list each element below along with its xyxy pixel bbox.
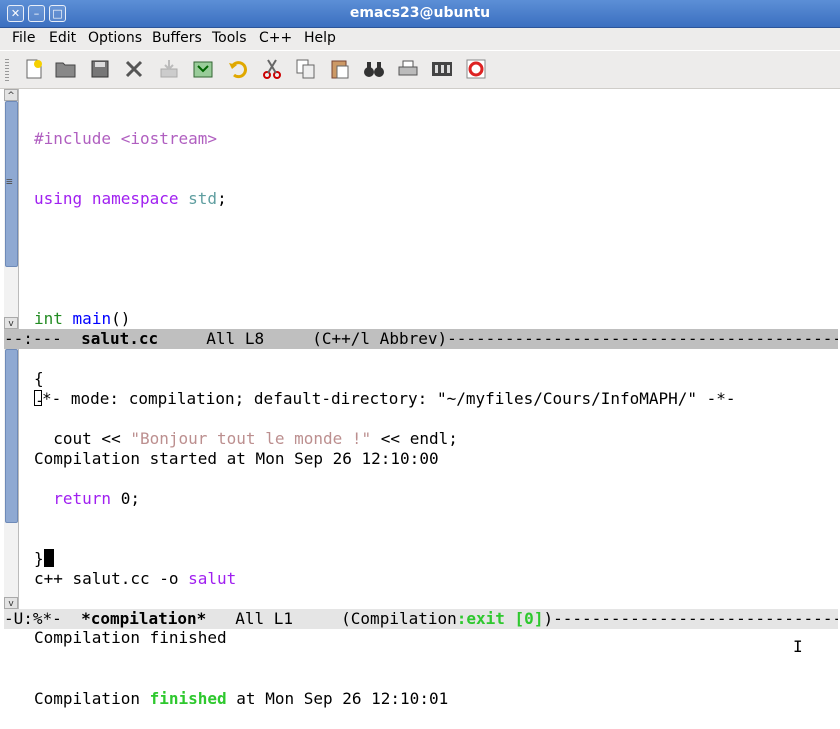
code-int: int [34,309,63,328]
code-main: main [72,309,112,328]
compilation-header: *- mode: compilation; default-directory:… [42,389,736,408]
modeline-position: All L8 [158,329,313,348]
source-scrollbar[interactable]: ^ v [4,89,19,329]
compilation-scroll-thumb[interactable] [5,349,18,523]
modeline-fill: --------------------------------------- [553,609,838,628]
mouse-ibeam-icon: I [793,637,803,656]
save-disk-icon[interactable] [88,57,112,81]
modeline-exit-status: :exit [0] [456,609,544,628]
cut-scissors-icon[interactable] [260,57,284,81]
toolbar [0,51,840,89]
title-bar: ✕ – □ emacs23@ubuntu [0,0,840,28]
compilation-cursor: - [34,390,45,410]
compilation-finished-time: at Mon Sep 26 12:10:01 [226,689,449,708]
menu-cpp[interactable]: C++ [259,30,292,46]
open-folder-icon[interactable] [54,57,78,81]
search-binoculars-icon[interactable] [362,57,386,81]
compilation-command: c++ salut.cc -o [34,569,189,588]
compilation-scroll-down-arrow-icon[interactable]: v [4,597,18,609]
compilation-finished-prefix: Compilation [34,689,150,708]
save-as-icon[interactable] [191,57,215,81]
code-parens: () [111,309,131,328]
menu-buffers[interactable]: Buffers [152,30,202,46]
window-title: emacs23@ubuntu [349,5,491,21]
copy-icon[interactable] [294,57,318,81]
mode-line-compilation[interactable]: -U:%*- *compilation* All L1 (Compilation… [4,609,838,629]
modeline-fill: ----------------------------------------… [447,329,838,348]
mode-line-source[interactable]: --:--- salut.cc All L8 (C++/l Abbrev)---… [4,329,838,349]
compilation-output-name: salut [188,569,237,588]
paste-icon[interactable] [328,57,352,81]
scroll-up-arrow-icon[interactable]: ^ [4,89,18,101]
menu-options[interactable]: Options [88,30,142,46]
menu-tools[interactable]: Tools [212,30,247,46]
close-x-icon[interactable] [122,57,146,81]
undo-icon[interactable] [226,57,250,81]
menu-edit[interactable]: Edit [49,30,76,46]
compilation-scrollbar[interactable]: v [4,349,19,609]
modeline-mode-open[interactable]: (Compilation [341,609,457,628]
new-file-icon[interactable] [22,57,46,81]
menu-file[interactable]: File [12,30,35,46]
insert-icon[interactable] [157,57,181,81]
compilation-buffer[interactable]: -*- mode: compilation; default-directory… [34,349,836,729]
code-namespace: namespace [91,189,179,208]
code-std: std [188,189,218,208]
modeline-position: All L1 [206,609,342,628]
menu-bar: File Edit Options Buffers Tools C++ Help [0,28,840,50]
preferences-icon[interactable] [430,57,454,81]
modeline-major-mode[interactable]: (C++/l Abbrev) [312,329,447,348]
print-icon[interactable] [396,57,420,81]
modeline-status: -U:%*- [4,609,82,628]
compilation-started: Compilation started at Mon Sep 26 12:10:… [34,449,439,468]
fringe-indicator-icon: ≡ [6,175,13,188]
modeline-buffer-name[interactable]: *compilation* [81,609,206,628]
toolbar-grip[interactable] [5,59,9,81]
modeline-mode-close: ) [543,609,554,628]
modeline-status: --:--- [4,329,82,348]
code-semicolon: ; [217,189,227,208]
menu-help[interactable]: Help [304,30,336,46]
help-lifebuoy-icon[interactable] [464,57,488,81]
echo-area: Compilation finished [34,628,227,647]
code-include: #include <iostream> [34,129,218,148]
scroll-down-arrow-icon[interactable]: v [4,317,18,329]
modeline-buffer-name[interactable]: salut.cc [81,329,158,348]
code-using: using [34,189,83,208]
compilation-finished-word: finished [149,689,227,708]
